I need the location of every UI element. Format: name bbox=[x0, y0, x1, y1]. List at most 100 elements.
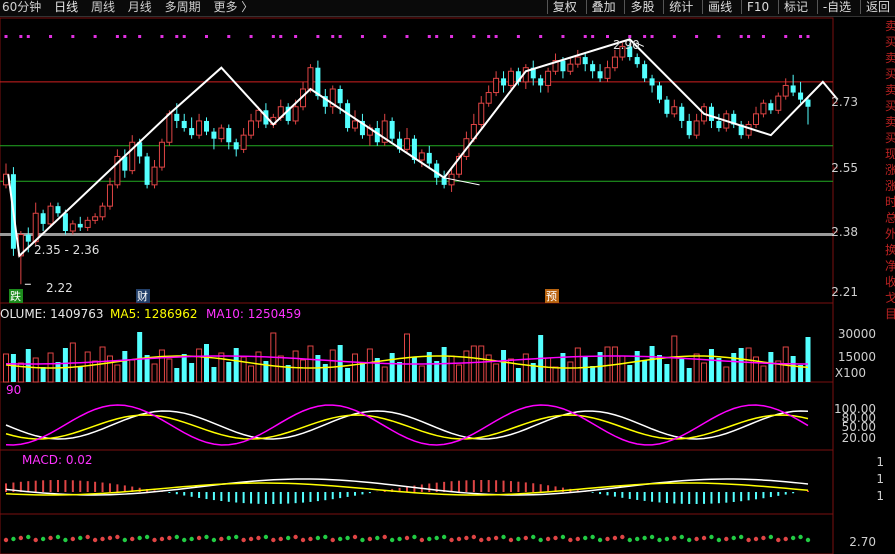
signal-dot bbox=[472, 35, 476, 38]
bottom-signal-dot bbox=[189, 536, 194, 542]
candle-body bbox=[25, 234, 31, 242]
bottom-signal-dot bbox=[63, 537, 68, 543]
bottom-signal-dot bbox=[11, 536, 16, 542]
volume-bar bbox=[522, 353, 529, 383]
volume-bar bbox=[211, 367, 217, 382]
bottom-signal-dot bbox=[456, 536, 462, 542]
signal-dot bbox=[487, 35, 491, 38]
bottom-signal-dot bbox=[716, 537, 722, 543]
volume-label: OLUME: 1409763 bbox=[0, 307, 104, 321]
signal-dot bbox=[294, 35, 298, 38]
volume-bar bbox=[619, 355, 626, 383]
side-label: 目 bbox=[885, 307, 895, 321]
signal-dot bbox=[539, 35, 543, 38]
bottom-signal-dot bbox=[523, 535, 529, 541]
signal-dot bbox=[175, 35, 179, 38]
signal-dot bbox=[19, 35, 23, 38]
volume-bar bbox=[716, 358, 722, 382]
candle-body bbox=[671, 106, 678, 115]
volume-bar bbox=[55, 362, 61, 382]
candle-body bbox=[805, 99, 811, 107]
bottom-signal-dot bbox=[553, 535, 558, 541]
candle-body bbox=[501, 78, 507, 86]
signal-dot bbox=[331, 35, 335, 38]
stock-chart[interactable]: 2.73 2.55 2.38 2.21 2.90 2.22 2.35 - 2.3… bbox=[0, 0, 895, 554]
volume-bar bbox=[166, 358, 173, 383]
candle-body bbox=[404, 138, 410, 150]
signal-dot bbox=[182, 35, 186, 38]
volume-bar bbox=[679, 359, 685, 382]
side-label: 买 bbox=[885, 35, 895, 49]
signal-dot bbox=[316, 35, 320, 38]
candle-body bbox=[418, 152, 425, 161]
signal-dot bbox=[494, 35, 498, 38]
side-label: 卖 bbox=[885, 19, 895, 33]
candle-body bbox=[307, 67, 314, 90]
bottom-signal-dot bbox=[620, 534, 625, 540]
volume-bar bbox=[345, 368, 351, 382]
volume-bar bbox=[204, 344, 209, 382]
candle-body bbox=[716, 120, 722, 129]
volume-bar bbox=[196, 348, 203, 383]
volume-bar bbox=[478, 345, 485, 383]
bottom-signal-dot bbox=[182, 537, 187, 543]
volume-ma5-label: MA5: 1286962 bbox=[110, 307, 198, 321]
price-tick-3: 2.38 bbox=[831, 225, 858, 239]
signal-dot bbox=[561, 35, 565, 38]
bottom-signal-dot bbox=[300, 537, 306, 543]
signal-dot bbox=[227, 35, 231, 38]
macd-label: MACD: 0.02 bbox=[22, 453, 93, 467]
volume-bar bbox=[627, 365, 633, 382]
bottom-signal-dot bbox=[263, 534, 269, 540]
bottom-signal-dot bbox=[70, 536, 76, 542]
volume-bar bbox=[768, 352, 774, 382]
side-label: 净 bbox=[885, 259, 895, 273]
candle-body bbox=[144, 156, 150, 185]
signal-dot bbox=[405, 35, 409, 38]
candle-body bbox=[40, 213, 46, 224]
volume-bar bbox=[790, 356, 796, 382]
signal-dot bbox=[205, 35, 208, 38]
volume-bar bbox=[671, 335, 678, 383]
candle-body bbox=[664, 99, 670, 114]
bottom-signal-dot bbox=[679, 534, 684, 540]
volume-bar bbox=[122, 351, 128, 382]
volume-bar bbox=[448, 355, 455, 383]
bottom-signal-dot bbox=[26, 534, 31, 540]
bottom-signal-dot bbox=[412, 534, 417, 540]
bottom-signal-dot bbox=[776, 537, 781, 543]
kdj-tick-4: 20.00 bbox=[842, 431, 876, 445]
candle-body bbox=[211, 131, 217, 139]
bottom-signal-dot bbox=[285, 535, 291, 541]
volume-bar bbox=[233, 348, 239, 382]
bottom-signal-dot bbox=[278, 536, 283, 542]
bottom-signal-dot bbox=[531, 534, 536, 540]
volume-bar bbox=[501, 350, 507, 382]
candle-body bbox=[196, 120, 203, 136]
macd-tick-1: 1 bbox=[876, 455, 884, 469]
candle-body bbox=[292, 106, 299, 122]
volume-bar bbox=[686, 368, 692, 382]
candle-body bbox=[426, 152, 432, 164]
bottom-signal-dot bbox=[55, 534, 61, 540]
volume-bar bbox=[411, 357, 417, 382]
candle-body bbox=[99, 205, 106, 218]
price-tick-4: 2.21 bbox=[831, 285, 858, 299]
volume-bar bbox=[493, 363, 500, 383]
volume-bar bbox=[337, 345, 343, 382]
bottom-signal-dot bbox=[360, 537, 365, 543]
bottom-signal-dot bbox=[568, 537, 573, 543]
bottom-signal-dot bbox=[315, 535, 321, 541]
candle-body bbox=[55, 206, 61, 214]
side-label: 换 bbox=[885, 243, 895, 257]
side-label: 买 bbox=[885, 131, 895, 145]
volume-bar bbox=[664, 364, 670, 382]
volume-bar bbox=[174, 368, 180, 382]
bottom-signal-dot bbox=[167, 535, 172, 541]
volume-bar bbox=[708, 349, 714, 382]
bottom-signal-dot bbox=[545, 536, 551, 542]
panel-frame bbox=[0, 513, 834, 554]
bottom-signal-dot bbox=[40, 536, 46, 542]
volume-bar bbox=[397, 362, 403, 382]
side-panel-labels: 卖 买 卖 买 卖 买 卖 买 现 涨 涨 时 总 外 换 净 收 戈 目 bbox=[885, 18, 895, 322]
